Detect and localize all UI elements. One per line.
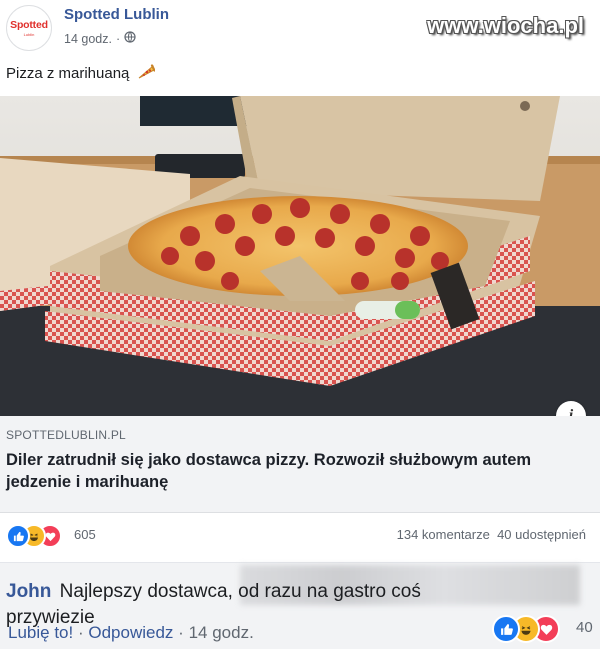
page-avatar[interactable]: Spotted Lublin	[6, 5, 52, 51]
globe-icon	[124, 31, 136, 46]
link-headline[interactable]: Diler zatrudnił się jako dostawca pizzy.…	[6, 449, 586, 493]
post-photo[interactable]: i	[0, 96, 600, 416]
comment-like-button[interactable]: Lubię to!	[8, 623, 73, 642]
actions-separator: ·	[77, 623, 84, 642]
post-text-content: Pizza z marihuaną	[6, 65, 130, 82]
actions-separator-2: ·	[178, 623, 184, 642]
comments-count[interactable]: 134 komentarze	[397, 527, 490, 542]
page-name-link[interactable]: Spotted Lublin	[64, 6, 169, 23]
comment-actions: Lubię to! · Odpowiedz · 14 godz.	[8, 623, 254, 643]
pizza-box-illustration	[0, 96, 600, 416]
like-icon	[492, 615, 520, 643]
pizza-icon	[137, 64, 156, 84]
post-time[interactable]: 14 godz.	[64, 32, 112, 46]
comment-area: John Najlepszy dostawca, od razu na gast…	[0, 562, 600, 649]
comment-text: Najlepszy dostawca, od razu na gastro co…	[6, 581, 421, 628]
comment-time[interactable]: 14 godz.	[189, 623, 254, 642]
link-domain: SPOTTEDLUBLIN.PL	[6, 428, 126, 442]
shares-count[interactable]: 40 udostępnień	[497, 527, 586, 542]
post-text: Pizza z marihuaną	[6, 64, 156, 84]
like-icon	[6, 524, 30, 548]
meta-separator: ·	[115, 31, 121, 46]
post-meta: 14 godz. ·	[64, 31, 136, 46]
reaction-icons[interactable]	[6, 524, 76, 548]
avatar-logo-text: Spotted	[10, 19, 48, 31]
watermark: www.wiocha.pl	[427, 13, 584, 38]
avatar-logo-subtext: Lublin	[23, 32, 35, 37]
reactions-bar: 605 134 komentarze 40 udostępnień	[0, 518, 600, 554]
comment-reactions[interactable]: 40	[492, 615, 600, 643]
comments-shares: 134 komentarze 40 udostępnień	[397, 527, 586, 542]
comment-author[interactable]: John	[6, 581, 51, 602]
link-preview[interactable]: SPOTTEDLUBLIN.PL Diler zatrudnił się jak…	[0, 416, 600, 513]
post-header: Spotted Lublin Spotted Lublin 14 godz. ·…	[0, 0, 600, 58]
comment-reaction-count: 40	[576, 619, 593, 636]
comment-reply-button[interactable]: Odpowiedz	[88, 623, 173, 642]
reaction-count[interactable]: 605	[74, 527, 96, 542]
